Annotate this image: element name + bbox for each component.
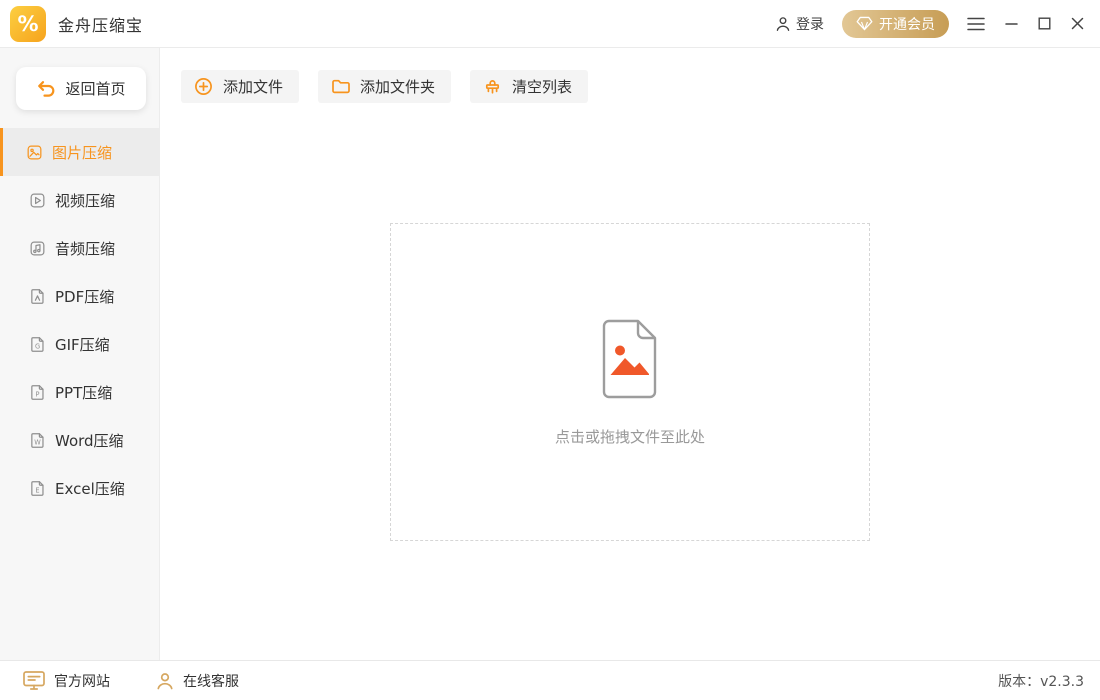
add-files-button[interactable]: 添加文件 <box>181 70 300 103</box>
broom-icon <box>485 79 500 94</box>
sidebar-item-label: Excel压缩 <box>55 479 125 498</box>
open-membership-button[interactable]: 开通会员 <box>842 9 949 38</box>
logo-glyph: % <box>17 11 39 36</box>
official-website-label: 官方网站 <box>54 673 110 690</box>
clear-list-label: 清空列表 <box>512 78 573 96</box>
file-letter: G <box>35 342 40 350</box>
sidebar-item-ppt-compress[interactable]: P PPT压缩 <box>0 368 159 416</box>
login-label: 登录 <box>796 16 824 33</box>
diamond-icon <box>856 16 873 31</box>
sidebar-item-image-compress[interactable]: 图片压缩 <box>0 128 159 176</box>
user-icon <box>776 16 790 31</box>
sidebar-item-word-compress[interactable]: W Word压缩 <box>0 416 159 464</box>
login-button[interactable]: 登录 <box>774 14 824 34</box>
sidebar-item-label: 图片压缩 <box>52 143 113 162</box>
file-letter: W <box>34 438 41 446</box>
online-support-link[interactable]: 在线客服 <box>155 671 239 691</box>
sidebar-menu: 图片压缩 视频压缩 音频压缩 PDF压缩 G GIF压缩 P PPT压缩 W W… <box>0 128 159 512</box>
add-files-label: 添加文件 <box>223 78 284 96</box>
sidebar-item-label: Word压缩 <box>55 431 124 450</box>
sidebar-item-label: GIF压缩 <box>55 335 110 354</box>
video-icon <box>30 193 45 207</box>
image-icon <box>27 145 42 159</box>
maximize-button[interactable] <box>1028 9 1061 38</box>
close-icon <box>1071 17 1084 30</box>
close-button[interactable] <box>1061 9 1094 38</box>
pdf-file-icon <box>31 288 44 304</box>
sidebar-item-label: PPT压缩 <box>55 383 113 402</box>
sidebar-item-pdf-compress[interactable]: PDF压缩 <box>0 272 159 320</box>
app-logo-icon: % <box>10 5 46 42</box>
file-letter: P <box>36 390 40 398</box>
sidebar-item-label: 视频压缩 <box>55 191 116 210</box>
file-drop-zone[interactable]: 点击或拖拽文件至此处 <box>390 223 870 541</box>
sidebar-item-audio-compress[interactable]: 音频压缩 <box>0 224 159 272</box>
sidebar: 返回首页 图片压缩 视频压缩 音频压缩 PDF压缩 G GIF压缩 P PPT压… <box>0 48 160 660</box>
ppt-file-icon: P <box>31 384 44 400</box>
menu-button[interactable] <box>957 9 995 39</box>
hamburger-icon <box>967 17 985 30</box>
version-label: 版本：v2.3.3 <box>998 673 1084 690</box>
monitor-icon <box>23 671 45 690</box>
back-home-label: 返回首页 <box>65 80 126 98</box>
membership-label: 开通会员 <box>879 16 935 33</box>
title-bar: % 金舟压缩宝 登录 开通会员 <box>0 0 1100 48</box>
sidebar-item-video-compress[interactable]: 视频压缩 <box>0 176 159 224</box>
plus-circle-icon <box>195 78 212 95</box>
undo-arrow-icon <box>38 80 55 97</box>
minimize-button[interactable] <box>995 9 1028 38</box>
audio-icon <box>30 241 45 255</box>
clear-list-button[interactable]: 清空列表 <box>470 70 589 103</box>
add-folder-label: 添加文件夹 <box>360 78 436 96</box>
official-website-link[interactable]: 官方网站 <box>22 670 110 691</box>
add-folder-button[interactable]: 添加文件夹 <box>318 70 452 103</box>
file-letter: E <box>35 486 39 494</box>
word-file-icon: W <box>31 432 44 448</box>
support-person-icon <box>157 672 173 689</box>
titlebar-actions: 登录 开通会员 <box>774 9 1100 39</box>
app-title: 金舟压缩宝 <box>58 15 144 35</box>
sidebar-item-excel-compress[interactable]: E Excel压缩 <box>0 464 159 512</box>
excel-file-icon: E <box>31 480 44 496</box>
back-home-button[interactable]: 返回首页 <box>16 67 146 110</box>
footer-bar: 官方网站 在线客服 版本：v2.3.3 <box>0 660 1100 700</box>
drop-hint-text: 点击或拖拽文件至此处 <box>554 427 705 446</box>
image-file-icon <box>602 319 657 398</box>
main-content: 添加文件 添加文件夹 清空列表 点击或拖拽文件至此处 <box>161 48 1100 660</box>
gif-file-icon: G <box>31 336 44 352</box>
online-support-label: 在线客服 <box>183 673 239 690</box>
sidebar-item-label: 音频压缩 <box>55 239 116 258</box>
sidebar-item-gif-compress[interactable]: G GIF压缩 <box>0 320 159 368</box>
sidebar-item-label: PDF压缩 <box>55 287 115 306</box>
folder-icon <box>332 79 350 94</box>
toolbar: 添加文件 添加文件夹 清空列表 <box>181 70 589 103</box>
maximize-icon <box>1038 17 1051 30</box>
minimize-icon <box>1005 23 1018 25</box>
